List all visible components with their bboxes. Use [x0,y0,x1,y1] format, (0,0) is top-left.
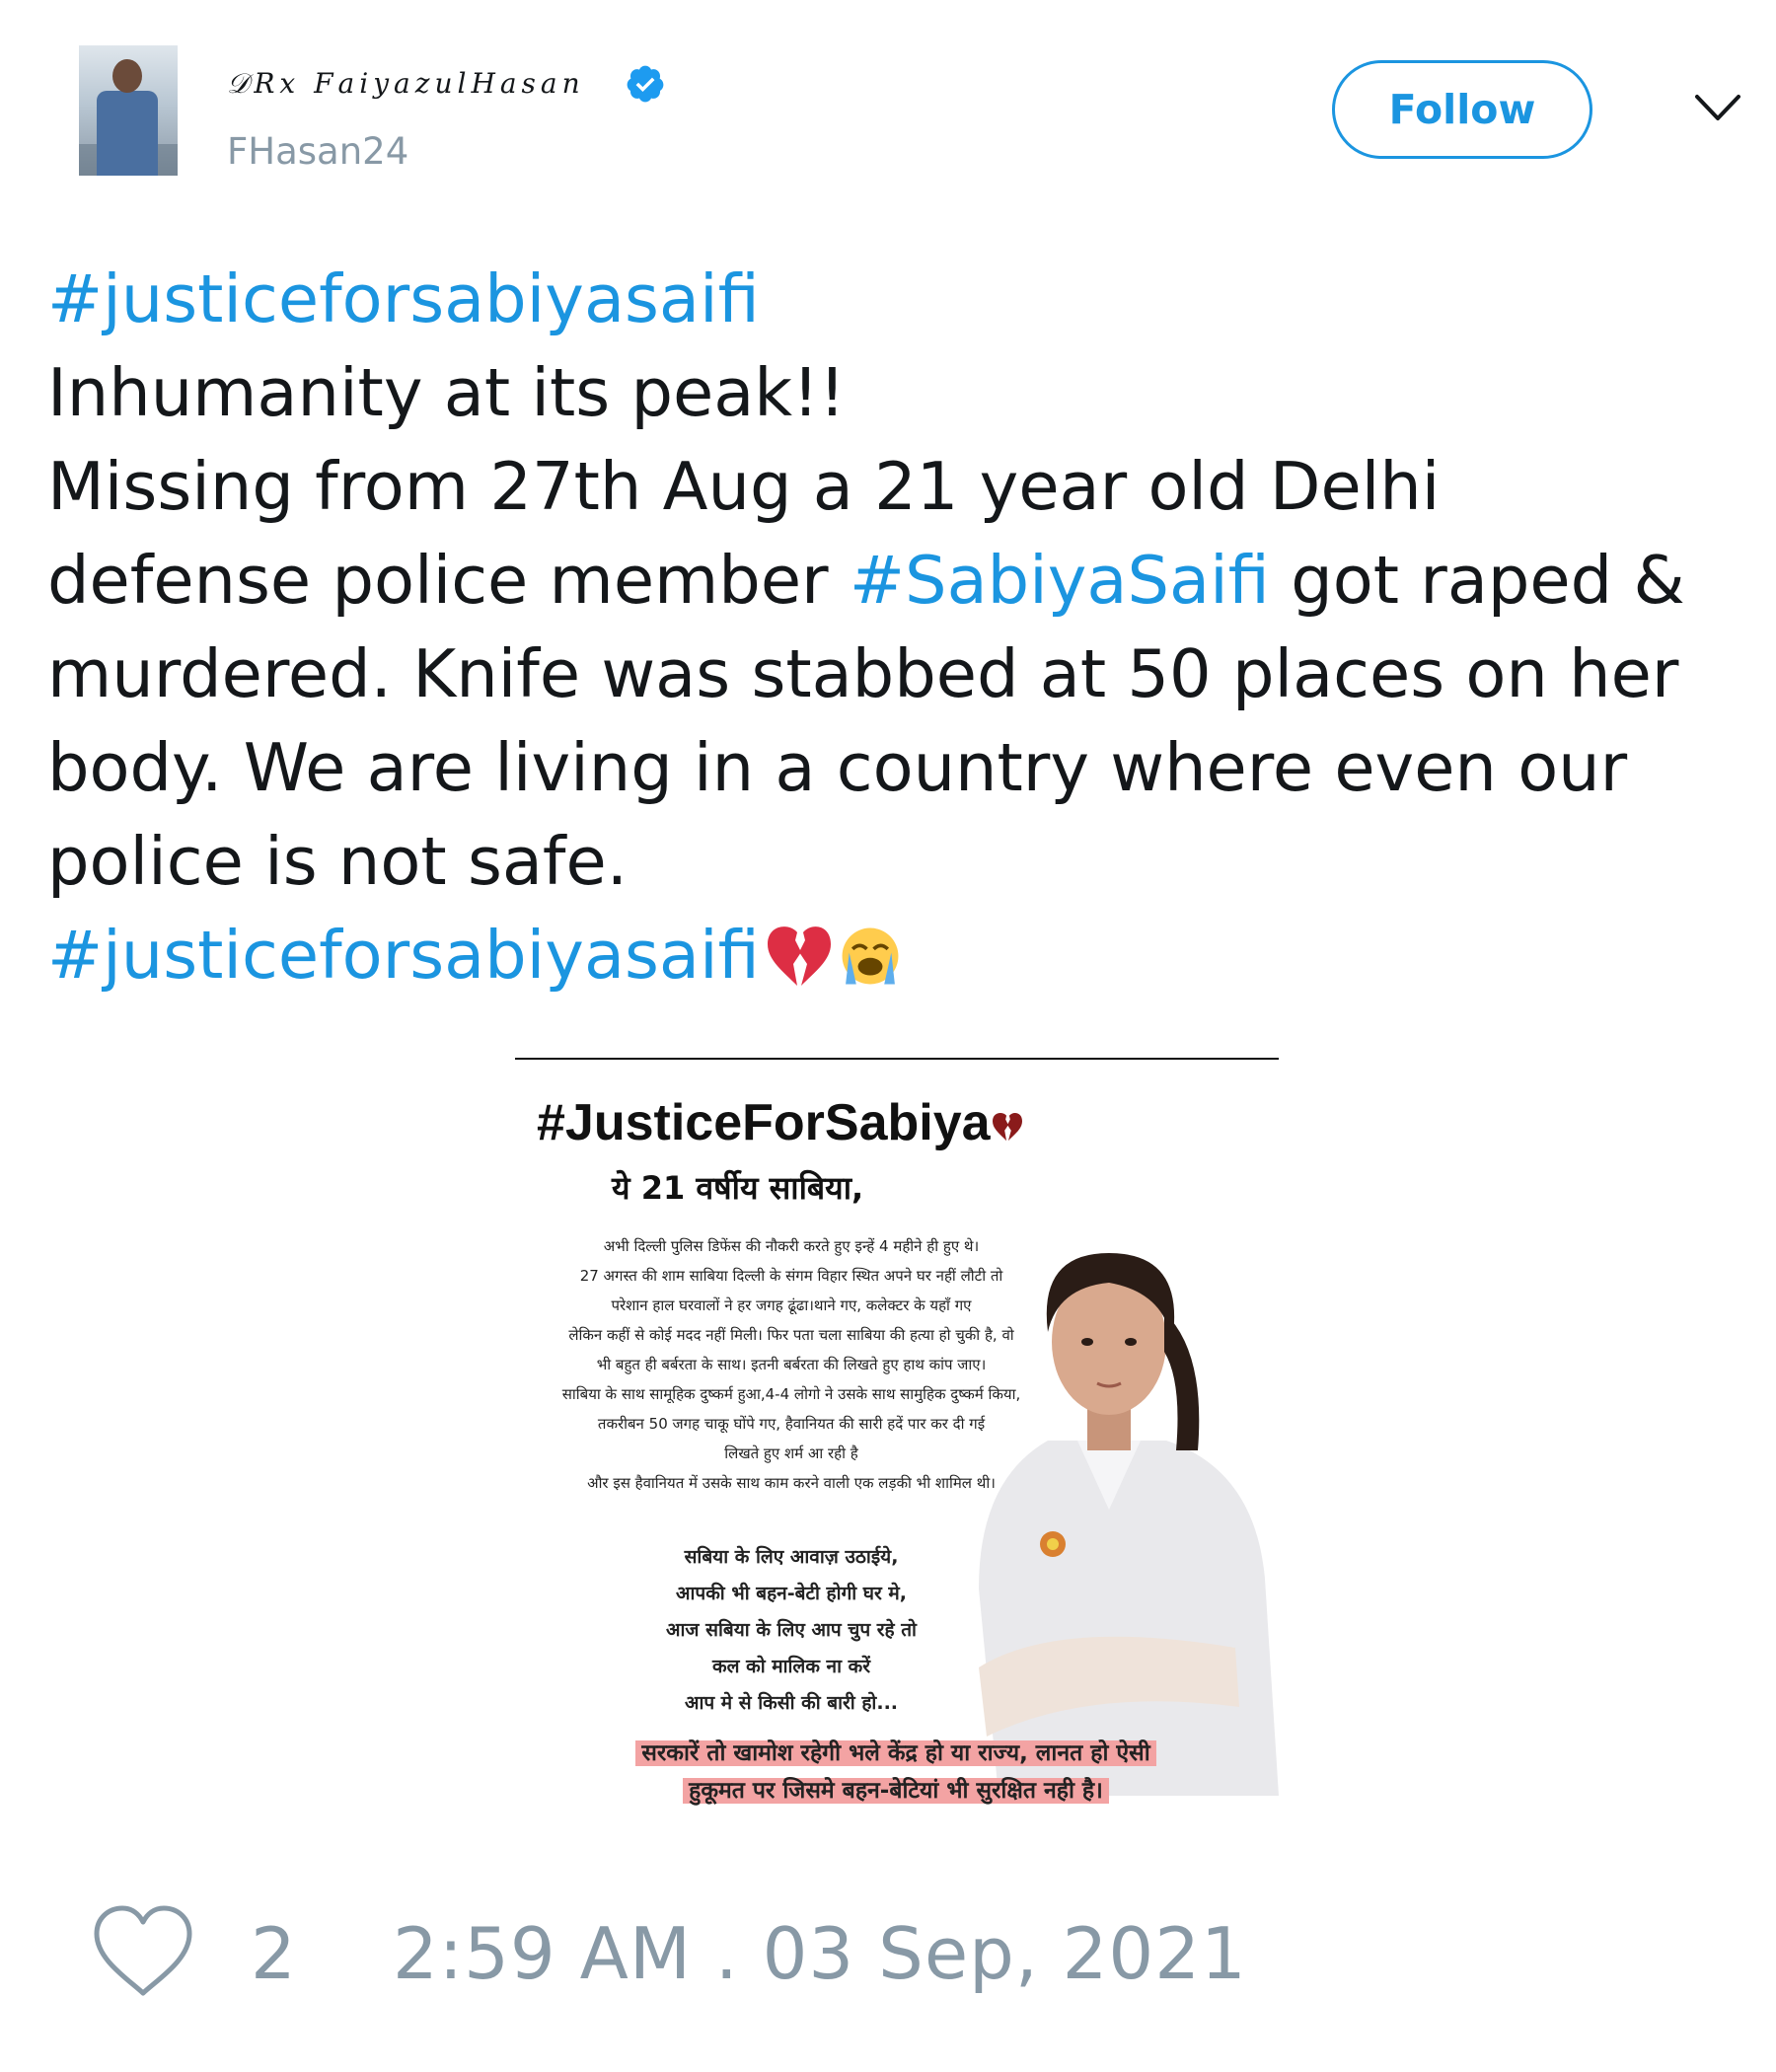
poster-body-line: लिखते हुए शर्म आ रही है [724,1444,858,1462]
heart-icon[interactable] [89,1902,197,2001]
hashtag-link[interactable]: #justiceforsabiyasaifi [47,260,760,337]
tweet-line: Missing from 27th Aug a 21 year old Delh… [47,448,1441,525]
tweet-line: #justiceforsabiyasaifi [47,253,1754,346]
poster-banner: सरकारें तो खामोश रहेगी भले केंद्र हो या … [543,1735,1249,1810]
tweet-text: #justiceforsabiyasaifi Inhumanity at its… [47,253,1754,1002]
chevron-down-icon[interactable] [1693,91,1742,126]
tweet-line: defense police member #SabiyaSaifi got r… [47,534,1754,628]
media-top-border [515,1058,1279,1060]
tweet-line: #justiceforsabiyasaifi [47,909,1754,1002]
poster-body-line: अभी दिल्ली पुलिस डिफेंस की नौकरी करते हु… [603,1237,980,1255]
tweet-line: Inhumanity at its peak!! [47,354,846,431]
poster-subtitle: ये 21 वर्षीय साबिया, [612,1169,864,1207]
author-display-name[interactable]: 𝒟Rx 𝐹𝑎𝑖𝑦𝑎𝑧𝑢𝑙𝐻𝑎𝑠𝑎𝑛 [227,67,585,101]
hashtag-link[interactable]: #SabiyaSaifi [850,542,1270,619]
loudly-crying-face-icon [842,927,899,985]
poster-appeal-line: आप मे से किसी की बारी हो... [684,1692,899,1714]
author-handle[interactable]: FHasan24 [227,130,408,173]
poster-body-line: परेशान हाल घरवालों ने हर जगह ढूंढा।थाने … [611,1296,972,1314]
tweet-line: murdered. Knife was stabbed at 50 places… [47,635,1679,712]
tweet-text-segment: defense police member [47,542,850,619]
poster-title-text: #JusticeForSabiya [537,1094,991,1151]
tweet-line: body. We are living in a country where e… [47,729,1628,806]
avatar[interactable] [79,45,178,176]
avatar-figure-head [112,59,142,93]
poster-appeal-line: आज सबिया के लिए आप चुप रहे तो [666,1619,917,1641]
poster-appeal-line: कल को मालिक ना करें [712,1656,870,1677]
follow-button[interactable]: Follow [1332,60,1592,159]
poster-body: अभी दिल्ली पुलिस डिफेंस की नौकरी करते हु… [525,1231,1058,1498]
verified-badge-icon [627,65,664,103]
tweet-media-image[interactable]: #JusticeForSabiya ये 21 वर्षीय साबिया, अ… [515,1056,1279,1819]
tweet-text-segment: got raped & [1269,542,1685,619]
poster-title: #JusticeForSabiya [537,1093,1024,1152]
poster-appeal: सबिया के लिए आवाज़ उठाईये, आपकी भी बहन-ब… [614,1539,969,1722]
poster-appeal-line: सबिया के लिए आवाज़ उठाईये, [684,1546,899,1568]
tweet-line: police is not safe. [47,823,629,900]
poster-banner-line: सरकारें तो खामोश रहेगी भले केंद्र हो या … [635,1740,1156,1766]
poster-body-line: और इस हैवानियत में उसके साथ काम करने वाल… [587,1474,996,1492]
poster-body-line: तकरीबन 50 जगह चाकू घोंपे गए, हैवानियत की… [597,1415,986,1433]
tweet-timestamp[interactable]: 2:59 AM . 03 Sep, 2021 [393,1912,1247,1995]
like-count: 2 [251,1912,296,1995]
hashtag-link[interactable]: #justiceforsabiyasaifi [47,917,760,994]
avatar-figure-body [97,91,158,176]
poster-body-line: भी बहुत ही बर्बरता के साथ। इतनी बर्बरता … [596,1356,987,1373]
poster-body-line: साबिया के साथ सामूहिक दुष्कर्म हुआ,4-4 ल… [561,1385,1021,1403]
poster-banner-line: हुकूमत पर जिसमे बहन-बेटियां भी सुरक्षित … [683,1778,1109,1804]
broken-heart-icon [992,1112,1022,1142]
poster-appeal-line: आपकी भी बहन-बेटी होगी घर मे, [676,1583,907,1604]
poster-body-line: लेकिन कहीं से कोई मदद नहीं मिली। फिर पता… [568,1326,1014,1344]
broken-heart-icon [767,926,831,986]
poster-body-line: 27 अगस्त की शाम साबिया दिल्ली के संगम वि… [579,1267,1003,1285]
